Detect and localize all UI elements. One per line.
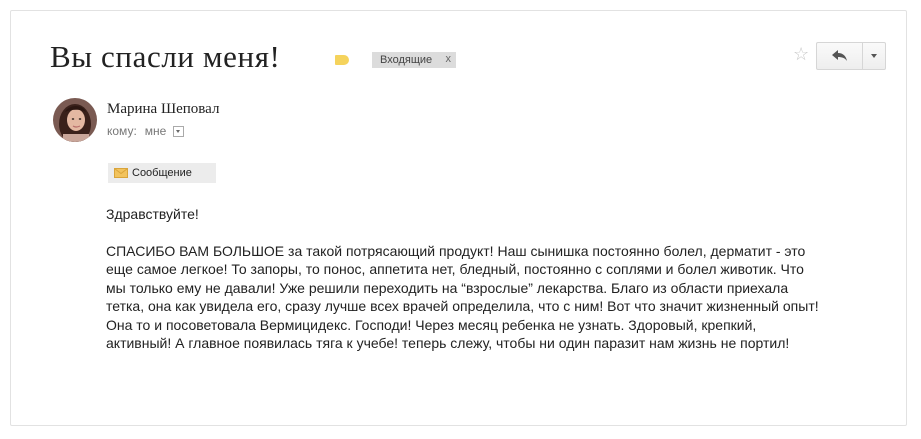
reply-arrow-icon	[831, 50, 847, 61]
email-body: Здравствуйте! СПАСИБО ВАМ БОЛЬШОЕ за так…	[106, 205, 866, 353]
body-line: активный! А главное появилась тяга к уче…	[106, 335, 790, 351]
label-tag-icon[interactable]	[335, 55, 349, 65]
chevron-down-icon	[871, 54, 877, 58]
body-line: мы только ему не давали! Уже решили пере…	[106, 279, 789, 296]
body-line: СПАСИБО ВАМ БОЛЬШОЕ за такой потрясающий…	[106, 242, 806, 259]
avatar[interactable]	[53, 98, 97, 142]
message-chip[interactable]: Сообщение	[108, 163, 216, 183]
email-subject: Вы спасли меня!	[50, 39, 281, 74]
inbox-label-text: Входящие	[380, 54, 433, 66]
reply-button-group	[816, 42, 886, 70]
message-chip-label: Сообщение	[132, 167, 192, 179]
body-line: еще самое легкое! То запоры, то понос, а…	[106, 261, 804, 277]
reply-button[interactable]	[816, 42, 863, 70]
inbox-label-chip[interactable]: Входящие x	[372, 52, 456, 68]
recipient-prefix: кому:	[107, 124, 137, 138]
email-paragraph: СПАСИБО ВАМ БОЛЬШОЕ за такой потрясающий…	[106, 242, 866, 353]
body-line: Она то и посоветовала Вермицидекс. Госпо…	[106, 316, 757, 333]
envelope-icon	[114, 168, 128, 178]
avatar-image	[53, 98, 97, 142]
more-options-button[interactable]	[863, 42, 886, 70]
recipient-line: кому: мне	[107, 124, 185, 138]
star-icon[interactable]: ☆	[793, 44, 809, 64]
body-line: тетка, она как увидела его, сразу лучше …	[106, 298, 819, 314]
email-greeting: Здравствуйте!	[106, 206, 199, 222]
recipient-details-dropdown[interactable]	[173, 125, 185, 137]
sender-name[interactable]: Марина Шеповал	[107, 101, 219, 118]
remove-label-button[interactable]: x	[446, 53, 452, 65]
recipient-name: мне	[144, 124, 167, 138]
